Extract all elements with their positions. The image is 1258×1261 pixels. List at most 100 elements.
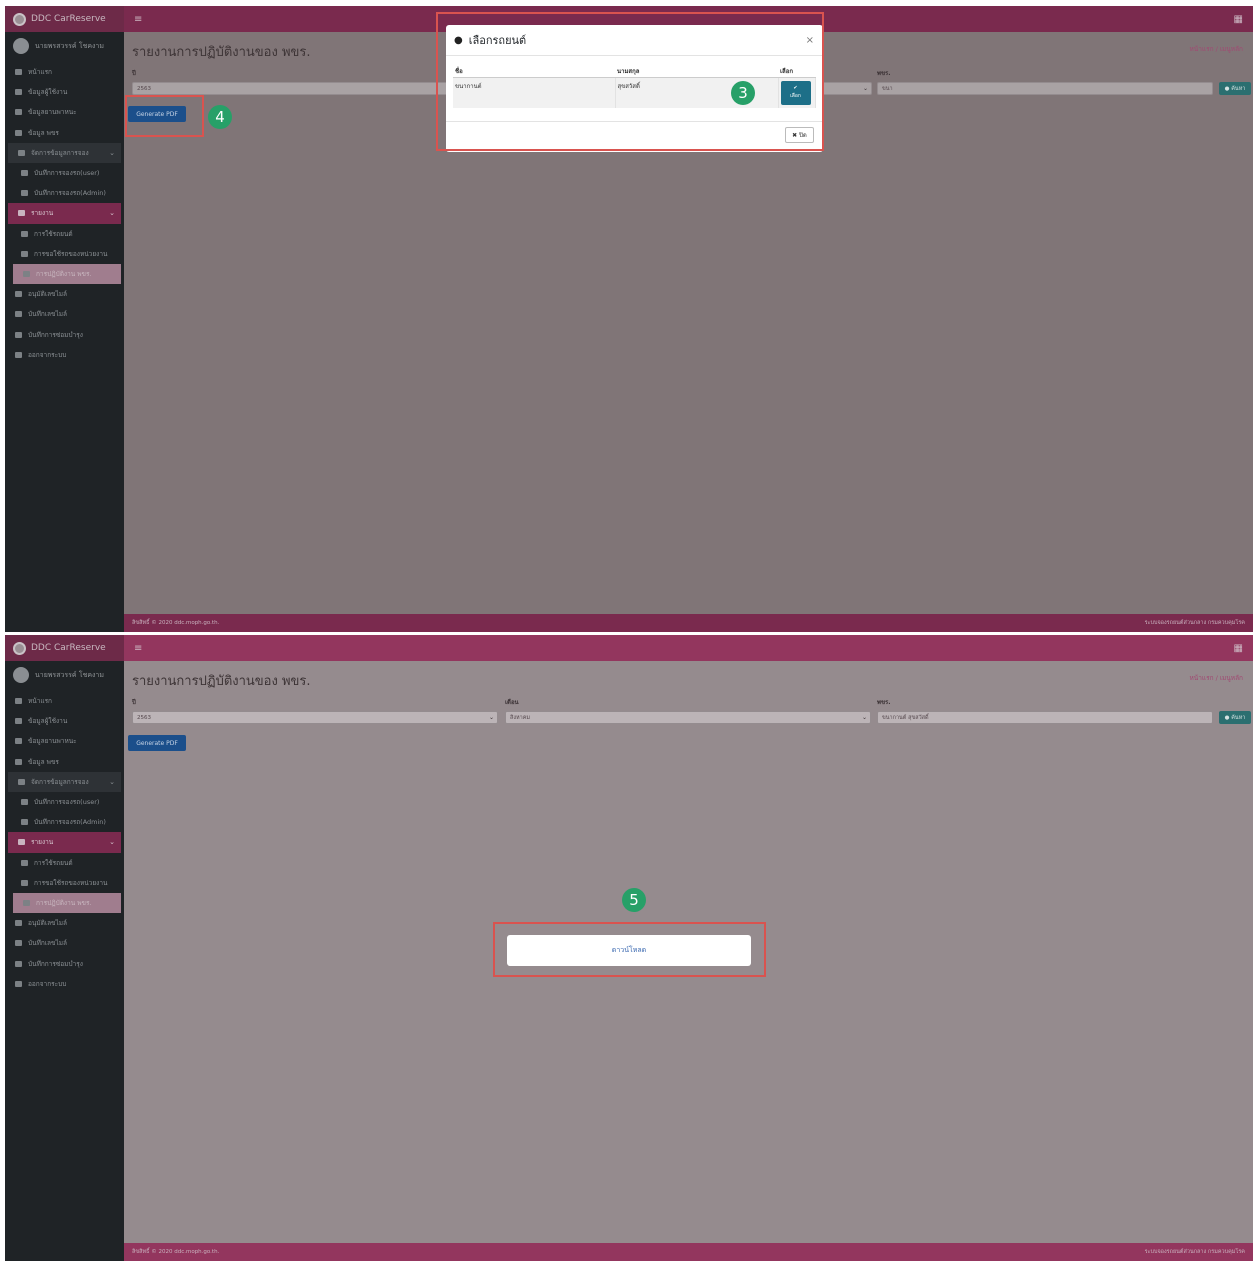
sidebar-item-mileage-record[interactable]: บันทึกเลขไมล์ (5, 304, 124, 324)
gauge-icon (15, 940, 22, 947)
sidebar: DDC CarReserve นายพรสวรรค์ โชคงาม หน้าแร… (5, 635, 124, 1261)
gauge-icon (15, 920, 22, 927)
search-label: ค้นหา (1231, 85, 1246, 92)
sidebar-item-users[interactable]: ข้อมูลผู้ใช้งาน (5, 82, 124, 102)
sidebar-item-home[interactable]: หน้าแรก (5, 691, 124, 711)
sidebar-item-mileage-approve[interactable]: อนุมัติเลขไมล์ (5, 284, 124, 304)
footer-system-name: ระบบจองรถยนต์ส่วนกลาง กรมควบคุมโรค (1144, 620, 1245, 626)
apps-icon[interactable]: ▦ (1234, 643, 1243, 654)
sidebar-nav: หน้าแรก ข้อมูลผู้ใช้งาน ข้อมูลยานพาหนะ ข… (5, 689, 124, 994)
breadcrumb[interactable]: หน้าแรก / เมนูหลัก (1190, 44, 1243, 54)
sidebar-item-users[interactable]: ข้อมูลผู้ใช้งาน (5, 711, 124, 731)
sidebar-item-label: บันทึกการจองรถ(user) (34, 798, 100, 807)
avatar (13, 38, 29, 54)
sidebar-item-vehicles[interactable]: ข้อมูลยานพาหนะ (5, 102, 124, 122)
report-icon (21, 250, 28, 257)
driver-label: พขร. (877, 699, 891, 706)
screenshot-panel-download: DDC CarReserve นายพรสวรรค์ โชคงาม หน้าแร… (5, 635, 1253, 1261)
sidebar-item-label: ข้อมูล พขร (28, 128, 59, 137)
sidebar-item-reports[interactable]: รายงาน ⌄ (8, 203, 121, 224)
sidebar-item-drivers[interactable]: ข้อมูล พขร (5, 123, 124, 143)
sidebar-item-vehicles[interactable]: ข้อมูลยานพาหนะ (5, 731, 124, 751)
highlight-modal (436, 12, 824, 151)
chevron-down-icon: ⌄ (109, 838, 115, 847)
sidebar-item-booking-admin[interactable]: บันทึกการจองรถ(Admin) (5, 812, 124, 832)
sidebar-item-label: การใช้รถยนต์ (34, 229, 73, 238)
sidebar-item-label: ออกจากระบบ (28, 979, 67, 988)
sidebar-item-dept-requests[interactable]: การขอใช้รถของหน่วยงาน (5, 873, 124, 893)
search-button[interactable]: ● ค้นหา (1219, 711, 1251, 724)
report-icon (21, 859, 28, 866)
sidebar-item-driver-report[interactable]: การปฏิบัติงาน พขร. (13, 263, 121, 285)
sidebar-item-mileage-record[interactable]: บันทึกเลขไมล์ (5, 933, 124, 953)
sidebar-item-car-usage[interactable]: การใช้รถยนต์ (5, 224, 124, 244)
logout-icon (15, 980, 22, 987)
driver-label: พขร. (877, 70, 891, 77)
generate-pdf-button[interactable]: Generate PDF (128, 735, 186, 751)
menu-toggle-icon[interactable]: ≡ (134, 643, 142, 654)
page-title: รายงานการปฏิบัติงานของ พขร. (132, 45, 311, 60)
search-button[interactable]: ● ค้นหา (1219, 82, 1251, 95)
calendar-plus-icon (21, 819, 28, 826)
sidebar-item-logout[interactable]: ออกจากระบบ (5, 345, 124, 365)
user-name: นายพรสวรรค์ โชคงาม (35, 41, 104, 50)
breadcrumb[interactable]: หน้าแรก / เมนูหลัก (1190, 673, 1243, 683)
chevron-down-icon: ⌄ (488, 714, 494, 721)
calendar-plus-icon (21, 799, 28, 806)
footer: ลิขสิทธิ์ © 2020 ddc.moph.go.th. ระบบจอง… (124, 614, 1253, 632)
sidebar-item-label: การใช้รถยนต์ (34, 858, 73, 867)
sidebar-item-booking-user[interactable]: บันทึกการจองรถ(user) (5, 163, 124, 183)
month-select[interactable]: สิงหาคม ⌄ (505, 711, 871, 724)
step-badge: 4 (208, 105, 232, 129)
sidebar-item-driver-report[interactable]: การปฏิบัติงาน พขร. (13, 892, 121, 914)
sidebar-item-label: ออกจากระบบ (28, 350, 67, 359)
sidebar-item-label: การปฏิบัติงาน พขร. (36, 898, 92, 907)
month-value: สิงหาคม (510, 714, 531, 721)
sidebar-item-label: ข้อมูล พขร (28, 757, 59, 766)
menu-toggle-icon[interactable]: ≡ (134, 14, 142, 25)
sidebar-item-maintenance[interactable]: บันทึกการซ่อมบำรุง (5, 324, 124, 344)
sidebar-item-booking-manage[interactable]: จัดการข้อมูลการจอง ⌄ (8, 771, 121, 792)
home-icon (15, 69, 22, 76)
sidebar-item-mileage-approve[interactable]: อนุมัติเลขไมล์ (5, 913, 124, 933)
sidebar-item-dept-requests[interactable]: การขอใช้รถของหน่วยงาน (5, 244, 124, 264)
user-panel[interactable]: นายพรสวรรค์ โชคงาม (5, 32, 124, 60)
id-card-icon (15, 758, 22, 765)
sidebar-item-home[interactable]: หน้าแรก (5, 62, 124, 82)
sidebar-item-booking-admin[interactable]: บันทึกการจองรถ(Admin) (5, 183, 124, 203)
step-badge: 5 (622, 888, 646, 912)
apps-icon[interactable]: ▦ (1234, 14, 1243, 25)
sidebar-item-label: บันทึกการซ่อมบำรุง (28, 959, 83, 968)
report-icon (21, 230, 28, 237)
sidebar-item-label: จัดการข้อมูลการจอง (31, 777, 89, 786)
sidebar-item-booking-user[interactable]: บันทึกการจองรถ(user) (5, 792, 124, 812)
wrench-icon (15, 331, 22, 338)
driver-input[interactable]: ขนากานต์ สุขสวัสดิ์ (877, 711, 1213, 724)
year-select[interactable]: 2563 ⌄ (132, 711, 498, 724)
topbar: ≡ ▦ (124, 635, 1253, 661)
footer-copyright: ลิขสิทธิ์ © 2020 ddc.moph.go.th. (132, 620, 220, 626)
sidebar-item-label: การขอใช้รถของหน่วยงาน (34, 249, 108, 258)
sidebar-item-maintenance[interactable]: บันทึกการซ่อมบำรุง (5, 953, 124, 973)
sidebar-item-drivers[interactable]: ข้อมูล พขร (5, 752, 124, 772)
highlight-generate (125, 95, 204, 137)
year-value: 2563 (137, 85, 151, 92)
avatar (13, 667, 29, 683)
user-icon (15, 718, 22, 725)
user-icon (23, 270, 30, 277)
chart-icon (18, 839, 25, 846)
sidebar-item-booking-manage[interactable]: จัดการข้อมูลการจอง ⌄ (8, 142, 121, 163)
chevron-down-icon: ⌄ (862, 85, 868, 92)
sidebar-item-reports[interactable]: รายงาน ⌄ (8, 832, 121, 853)
sidebar-item-car-usage[interactable]: การใช้รถยนต์ (5, 853, 124, 873)
driver-input[interactable]: ขนา (877, 82, 1213, 95)
calendar-plus-icon (21, 190, 28, 197)
sidebar-item-logout[interactable]: ออกจากระบบ (5, 974, 124, 994)
footer-system-name: ระบบจองรถยนต์ส่วนกลาง กรมควบคุมโรค (1144, 1249, 1245, 1255)
user-panel[interactable]: นายพรสวรรค์ โชคงาม (5, 661, 124, 689)
sidebar-item-label: บันทึกเลขไมล์ (28, 939, 67, 948)
brand[interactable]: DDC CarReserve (5, 635, 124, 661)
brand[interactable]: DDC CarReserve (5, 6, 124, 32)
car-icon (15, 738, 22, 745)
sidebar-item-label: ข้อมูลผู้ใช้งาน (28, 717, 68, 726)
